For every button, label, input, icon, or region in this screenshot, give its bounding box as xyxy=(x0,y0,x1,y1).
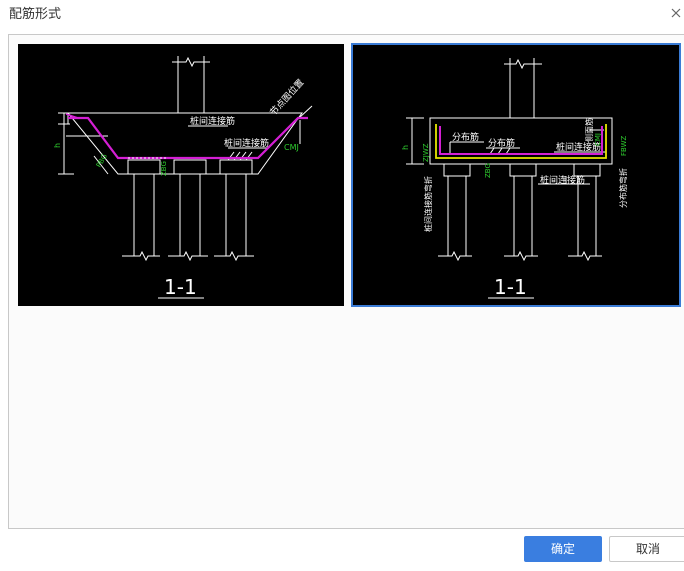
dim-h-2: h xyxy=(401,145,410,150)
cancel-button[interactable]: 取消 xyxy=(609,536,684,562)
label-rebar-b: 桩间连接筋 xyxy=(224,137,269,149)
label-side: 侧面筋 xyxy=(584,118,594,142)
label-dist-a: 分布筋 xyxy=(452,131,479,143)
code-cmj-2: CMJ xyxy=(594,133,602,146)
label-slope: 节点图位置 xyxy=(267,77,306,118)
label-left-vertical: 桩间连接筋弯折 xyxy=(423,176,433,232)
section-label-1: 1-1 xyxy=(164,275,197,299)
label-rebar-a: 桩间连接筋 xyxy=(190,115,235,127)
rebar-form-dialog: 配筋形式 桩间连接筋 桩间连接筋 节点图位置 CMJ ZBG PBG h 1-1… xyxy=(0,0,684,571)
label-right-vertical: 分布筋弯折 xyxy=(618,168,628,208)
dim-h-1: h xyxy=(53,143,62,148)
rebar-option-2-selected[interactable]: 分布筋 分布筋 桩间连接筋 桩间连接筋 桩间连接筋弯折 分布筋弯折 侧面筋 ZJ… xyxy=(351,43,681,307)
code-zbg-2: ZBG xyxy=(484,163,492,178)
close-icon[interactable] xyxy=(668,5,684,21)
rebar-diagram-1: 桩间连接筋 桩间连接筋 节点图位置 CMJ ZBG PBG h 1-1 xyxy=(53,56,313,299)
code-zbg-1: ZBG xyxy=(160,161,168,176)
label-dist-b: 分布筋 xyxy=(488,137,515,149)
dialog-title: 配筋形式 xyxy=(9,7,62,22)
confirm-button[interactable]: 确定 xyxy=(524,536,602,562)
code-zjwz: ZJWZ xyxy=(422,143,430,162)
rebar-diagram-2: 分布筋 分布筋 桩间连接筋 桩间连接筋 桩间连接筋弯折 分布筋弯折 侧面筋 ZJ… xyxy=(401,58,628,299)
label-rebar-bottom: 桩间连接筋 xyxy=(540,174,585,186)
section-label-2: 1-1 xyxy=(494,275,527,299)
code-fbwz: FBWZ xyxy=(620,135,628,156)
code-cmj-1: CMJ xyxy=(284,143,299,152)
rebar-option-1[interactable]: 桩间连接筋 桩间连接筋 节点图位置 CMJ ZBG PBG h 1-1 xyxy=(18,44,344,306)
